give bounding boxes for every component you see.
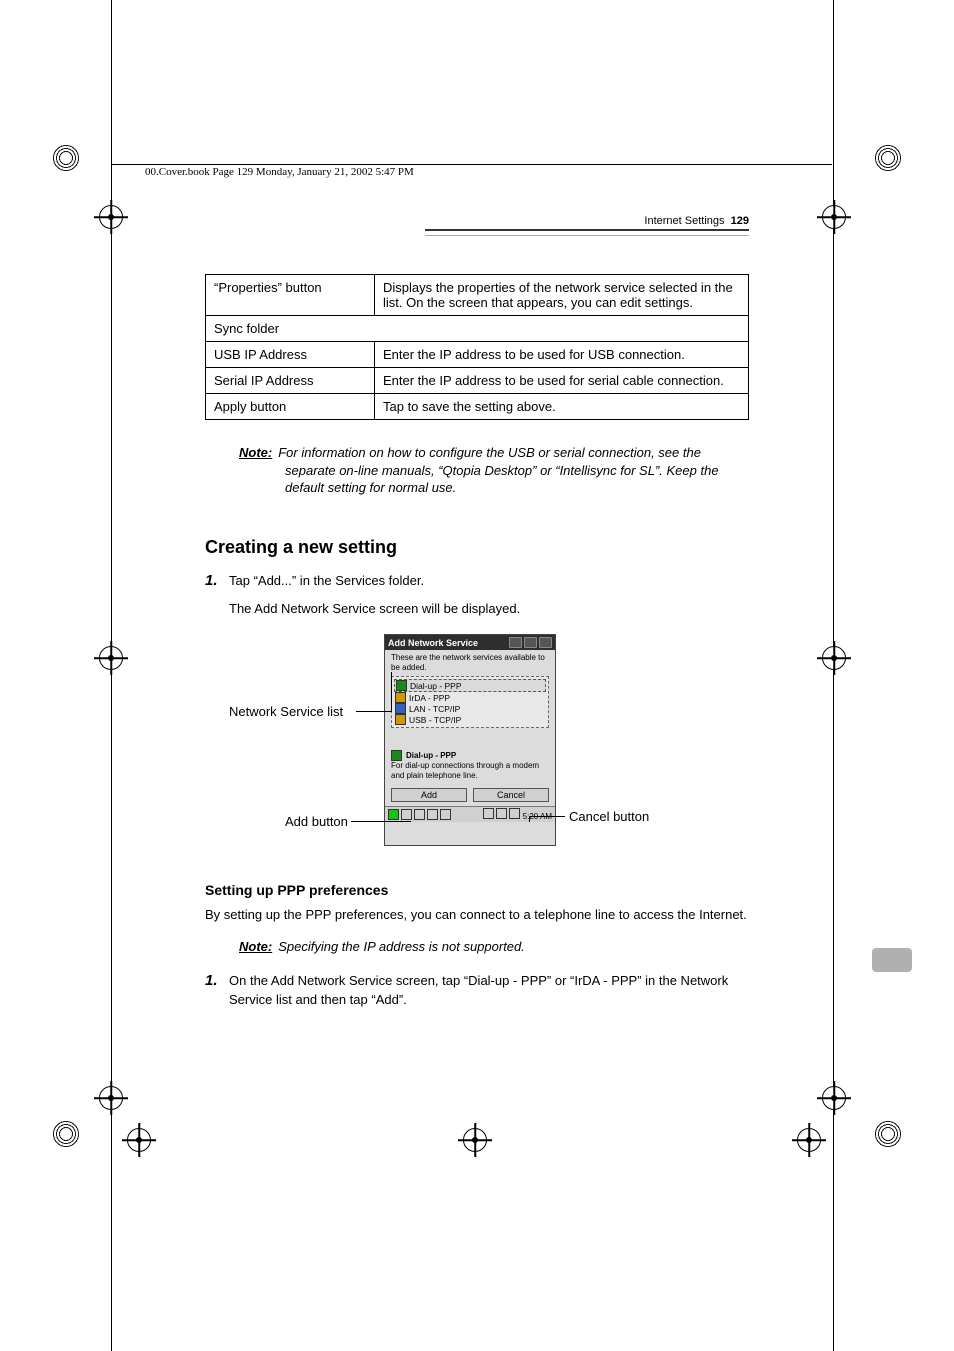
registration-mark-icon: [797, 1128, 821, 1152]
printer-mark-icon: [874, 1120, 902, 1148]
taskbar-icon: [414, 809, 425, 820]
step-1b: 1. On the Add Network Service screen, ta…: [205, 972, 749, 1010]
step-text: Tap “Add...” in the Services folder.: [229, 572, 424, 591]
callout-line: [529, 816, 565, 817]
callout-line: [351, 821, 411, 822]
taskbar-icon: [427, 809, 438, 820]
step-number: 1.: [205, 972, 219, 989]
cell-label: Sync folder: [206, 316, 749, 342]
add-button: Add: [391, 788, 467, 802]
paragraph: By setting up the PPP preferences, you c…: [205, 906, 749, 924]
table-row: USB IP Address Enter the IP address to b…: [206, 342, 749, 368]
section-heading: Creating a new setting: [205, 537, 749, 558]
service-icon: [391, 750, 402, 761]
note-text: Specifying the IP address is not support…: [278, 939, 525, 954]
network-service-list: Dial-up - PPP IrDA - PPP LAN - TCP/IP US…: [391, 676, 549, 728]
list-item-label: LAN - TCP/IP: [409, 704, 460, 714]
dialog-description: These are the network services available…: [385, 650, 555, 676]
section-name: Internet Settings: [644, 215, 724, 227]
table-row: Serial IP Address Enter the IP address t…: [206, 368, 749, 394]
device-screenshot: Add Network Service These are the networ…: [384, 634, 556, 846]
cell-label: Apply button: [206, 394, 375, 420]
table-row: Sync folder: [206, 316, 749, 342]
window-title: Add Network Service: [388, 638, 478, 648]
note-label: Note:: [239, 445, 272, 460]
cell-desc: Enter the IP address to be used for USB …: [375, 342, 749, 368]
running-header: Internet Settings 129: [205, 215, 749, 227]
note-text: For information on how to configure the …: [278, 445, 718, 495]
settings-table: “Properties” button Displays the propert…: [205, 274, 749, 420]
list-item: Dial-up - PPP: [394, 679, 546, 692]
registration-mark-icon: [822, 205, 846, 229]
crop-guide: [111, 0, 112, 1351]
list-item: LAN - TCP/IP: [394, 703, 546, 714]
page-number: 129: [731, 215, 749, 227]
step-number: 1.: [205, 572, 219, 589]
selection-info: Dial-up - PPP For dial-up connections th…: [391, 750, 549, 780]
table-row: Apply button Tap to save the setting abo…: [206, 394, 749, 420]
note-block: Note: For information on how to configure…: [239, 444, 749, 497]
callout-line: [391, 672, 392, 712]
list-item-label: USB - TCP/IP: [409, 715, 461, 725]
close-icon: [524, 637, 537, 648]
step-1: 1. Tap “Add...” in the Services folder.: [205, 572, 749, 591]
tray-icon: [483, 808, 494, 819]
header-rule: [425, 229, 749, 236]
callout-add-button: Add button: [285, 814, 348, 829]
list-item-label: Dial-up - PPP: [410, 681, 462, 691]
tray-icon: [496, 808, 507, 819]
help-icon: [509, 637, 522, 648]
printer-mark-icon: [52, 1120, 80, 1148]
selected-title: Dial-up - PPP: [406, 751, 456, 761]
cell-desc: Tap to save the setting above.: [375, 394, 749, 420]
start-icon: [388, 809, 399, 820]
printer-mark-icon: [874, 144, 902, 172]
ok-icon: [539, 637, 552, 648]
note-block: Note: Specifying the IP address is not su…: [239, 938, 749, 956]
dialog-button-row: Add Cancel: [385, 786, 555, 806]
step-subtext: The Add Network Service screen will be d…: [229, 600, 749, 618]
note-label: Note:: [239, 939, 272, 954]
registration-mark-icon: [463, 1128, 487, 1152]
registration-mark-icon: [127, 1128, 151, 1152]
taskbar-icon: [440, 809, 451, 820]
cell-desc: Enter the IP address to be used for seri…: [375, 368, 749, 394]
cell-label: “Properties” button: [206, 275, 375, 316]
service-icon: [396, 680, 407, 691]
callout-line: [529, 816, 530, 822]
callout-service-list: Network Service list: [229, 704, 343, 719]
taskbar-icon: [401, 809, 412, 820]
print-page: 00.Cover.book Page 129 Monday, January 2…: [0, 0, 954, 1351]
service-icon: [395, 692, 406, 703]
window-controls: [509, 637, 552, 648]
table-row: “Properties” button Displays the propert…: [206, 275, 749, 316]
cancel-button: Cancel: [473, 788, 549, 802]
source-file-path: 00.Cover.book Page 129 Monday, January 2…: [145, 166, 414, 178]
registration-mark-icon: [822, 1086, 846, 1110]
callout-line: [356, 711, 391, 712]
list-item-label: IrDA - PPP: [409, 693, 450, 703]
registration-mark-icon: [822, 646, 846, 670]
service-icon: [395, 714, 406, 725]
cell-label: Serial IP Address: [206, 368, 375, 394]
step-text: On the Add Network Service screen, tap “…: [229, 972, 749, 1010]
crop-guide: [112, 164, 832, 165]
subsection-heading: Setting up PPP preferences: [205, 882, 749, 898]
figure-add-network-service: Add Network Service These are the networ…: [229, 634, 749, 854]
list-item: IrDA - PPP: [394, 692, 546, 703]
callout-cancel-button: Cancel button: [569, 809, 649, 824]
window-titlebar: Add Network Service: [385, 635, 555, 650]
list-item: USB - TCP/IP: [394, 714, 546, 725]
thumb-tab: [872, 948, 912, 972]
printer-mark-icon: [52, 144, 80, 172]
service-icon: [395, 703, 406, 714]
battery-icon: [509, 808, 520, 819]
crop-guide: [833, 0, 834, 1351]
selected-desc: For dial-up connections through a modem …: [391, 761, 549, 780]
page-content: Internet Settings 129 “Properties” butto…: [205, 215, 749, 1009]
cell-label: USB IP Address: [206, 342, 375, 368]
cell-desc: Displays the properties of the network s…: [375, 275, 749, 316]
